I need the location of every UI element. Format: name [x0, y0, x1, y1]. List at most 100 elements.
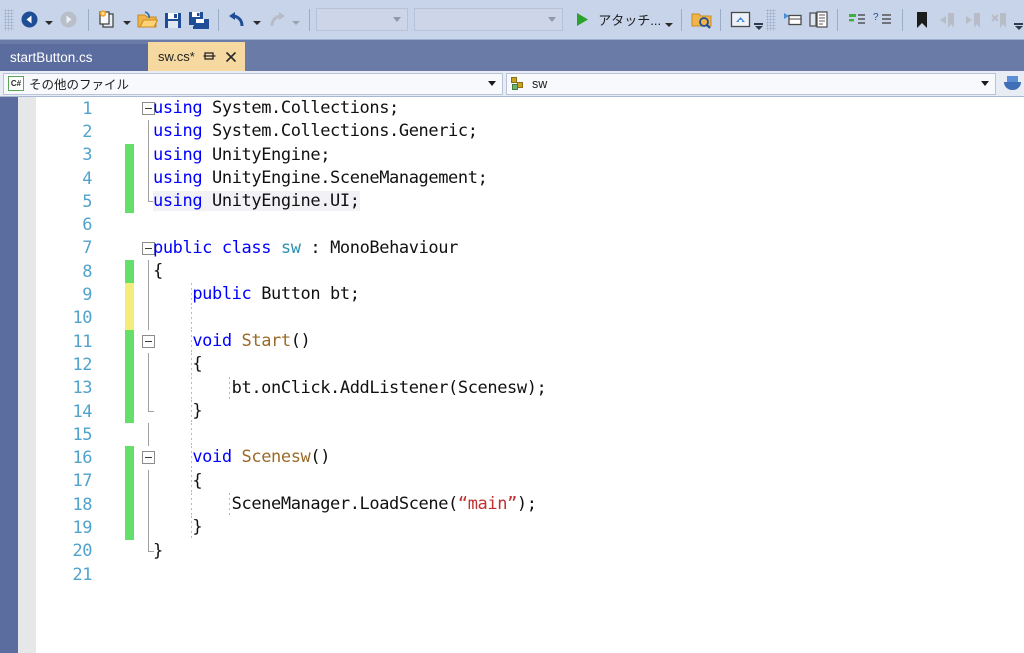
line-number: 7 [82, 238, 92, 259]
undo-dropdown[interactable] [251, 4, 264, 36]
solution-configuration-combo[interactable] [315, 8, 408, 31]
next-bookmark-icon [961, 4, 987, 36]
code-line[interactable]: 6 [36, 213, 1024, 236]
code-line[interactable]: 8{ [36, 260, 1024, 284]
toggle-bookmark-icon[interactable] [909, 4, 935, 36]
chevron-down-icon[interactable] [485, 81, 499, 86]
toolbar-grip-handle-2[interactable] [766, 8, 777, 31]
attach-dropdown[interactable] [663, 4, 675, 36]
line-number: 2 [82, 121, 92, 142]
undo-icon[interactable] [225, 4, 251, 36]
toolbar-overflow-icon[interactable] [1013, 4, 1024, 36]
code-text[interactable]: } [153, 516, 202, 539]
code-text[interactable]: { [153, 260, 163, 283]
code-line[interactable]: 10 [36, 306, 1024, 330]
code-text[interactable]: void Scenesw() [153, 446, 330, 469]
line-number: 17 [72, 471, 93, 492]
pin-tab-icon[interactable] [202, 48, 217, 65]
code-line[interactable]: 12 { [36, 353, 1024, 377]
code-text[interactable]: void Start() [153, 330, 310, 353]
editor-text-area[interactable]: 1 using System.Collections; 2 using System.… [36, 97, 1024, 653]
code-line[interactable]: 11 void Start() [36, 329, 1024, 354]
code-line[interactable]: 17 { [36, 469, 1024, 494]
navigate-backward-icon[interactable] [17, 4, 43, 36]
open-file-icon[interactable] [134, 4, 160, 36]
code-text[interactable]: SceneManager.LoadScene(“main”); [153, 493, 537, 516]
change-bar-green [125, 493, 134, 517]
code-editor[interactable]: 1 using System.Collections; 2 using System.… [0, 97, 1024, 653]
code-line[interactable]: 13 bt.onClick.AddListener(Scenesw); [36, 376, 1024, 400]
outline-guide-line [148, 166, 149, 191]
indent-guide [191, 423, 192, 447]
code-line[interactable]: 15 [36, 423, 1024, 447]
code-line[interactable]: 18 SceneManager.LoadScene(“main”); [36, 493, 1024, 517]
tab-startbutton-cs[interactable]: startButton.cs [0, 44, 148, 71]
close-tab-icon[interactable] [224, 48, 239, 65]
toolbar-separator [308, 8, 310, 31]
line-number: 5 [82, 191, 92, 212]
help-window-icon[interactable]: ? [870, 4, 896, 36]
code-text[interactable]: using UnityEngine.SceneManagement; [153, 167, 488, 190]
project-selector-combo[interactable]: C# その他のファイル [3, 72, 503, 95]
save-icon[interactable] [160, 4, 186, 36]
chevron-down-icon[interactable] [978, 81, 992, 86]
class-icon [511, 76, 527, 91]
navigate-backward-dropdown[interactable] [43, 4, 56, 36]
line-number: 4 [82, 168, 92, 189]
code-line[interactable]: 4 using UnityEngine.SceneManagement; [36, 166, 1024, 191]
attach-label[interactable]: アタッチ... [595, 10, 663, 29]
properties-window-icon[interactable] [779, 4, 805, 36]
solution-explorer-icon[interactable] [727, 4, 753, 36]
outline-guide-line [148, 120, 149, 144]
code-line[interactable]: 7 public class sw : MonoBehaviour [36, 237, 1024, 260]
solution-platform-combo[interactable] [413, 8, 564, 31]
code-text[interactable]: { [153, 470, 202, 493]
toolbar-separator [681, 8, 683, 31]
solution-explorer-overflow-icon[interactable] [753, 4, 764, 36]
code-text[interactable]: { [153, 353, 202, 376]
code-text[interactable]: bt.onClick.AddListener(Scenesw); [153, 377, 547, 400]
line-number: 21 [72, 564, 93, 585]
redo-dropdown[interactable] [290, 4, 303, 36]
code-line[interactable]: 19 } [36, 516, 1024, 540]
toolbox-window-icon[interactable] [805, 4, 831, 36]
code-line[interactable]: 1 using System.Collections; [36, 97, 1024, 120]
start-debug-icon[interactable] [569, 4, 595, 36]
find-in-files-icon[interactable] [688, 4, 714, 36]
change-bar-yellow [125, 283, 134, 307]
navigate-forward-icon [56, 4, 82, 36]
outline-guide-line [148, 306, 149, 330]
code-text[interactable]: using System.Collections.Generic; [153, 120, 478, 143]
tab-sw-cs[interactable]: sw.cs* [148, 42, 245, 71]
code-line[interactable]: 20} [36, 539, 1024, 563]
code-text[interactable]: } [153, 400, 202, 423]
navbar-right-region [996, 75, 1024, 92]
save-all-icon[interactable] [186, 4, 212, 36]
code-line[interactable]: 5 using UnityEngine.UI; [36, 190, 1024, 214]
previous-bookmark-icon [935, 4, 961, 36]
code-text[interactable]: } [153, 540, 163, 563]
toolbar-separator [837, 8, 839, 31]
code-line[interactable]: 21 [36, 563, 1024, 586]
new-item-dropdown[interactable] [121, 4, 134, 36]
editor-indicator-margin[interactable] [18, 97, 36, 653]
code-line[interactable]: 9 public Button bt; [36, 283, 1024, 307]
code-text[interactable]: public Button bt; [153, 283, 360, 306]
code-line[interactable]: 2 using System.Collections.Generic; [36, 120, 1024, 144]
code-line[interactable]: 3 using UnityEngine; [36, 143, 1024, 167]
toolbar-grip-handle[interactable] [4, 8, 14, 31]
new-item-icon[interactable] [95, 4, 121, 36]
code-line[interactable]: 16 void Scenesw() [36, 446, 1024, 470]
code-text[interactable]: public class sw : MonoBehaviour [153, 237, 458, 260]
code-text[interactable]: using UnityEngine; [153, 144, 330, 167]
unity-boat-icon[interactable] [1004, 75, 1022, 92]
change-bar-green [125, 376, 134, 400]
change-bar-yellow [125, 306, 134, 330]
line-number: 6 [82, 215, 92, 236]
tab-label: startButton.cs [10, 50, 93, 65]
error-list-icon[interactable] [844, 4, 870, 36]
code-line[interactable]: 14 } [36, 399, 1024, 424]
code-text[interactable]: using System.Collections; [153, 97, 399, 120]
code-text[interactable]: using UnityEngine.UI; [153, 190, 360, 213]
member-selector-combo[interactable]: sw [506, 72, 996, 95]
